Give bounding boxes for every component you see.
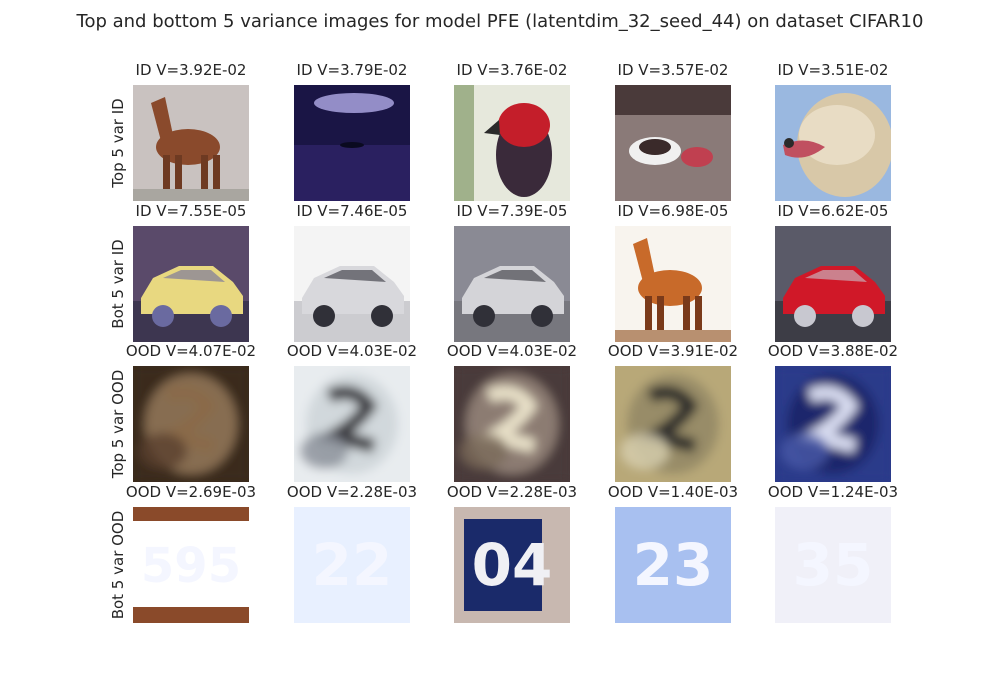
thumbnail-graphic: [615, 366, 731, 482]
image-thumbnail: 22: [294, 507, 410, 623]
thumbnail-graphic: [454, 85, 570, 201]
image-thumbnail: [454, 366, 570, 482]
image-thumbnail: [454, 85, 570, 201]
row-label: Bot 5 var ID: [109, 239, 127, 329]
thumbnail-graphic: [454, 226, 570, 342]
thumbnail-graphic: [133, 366, 249, 482]
image-thumbnail: 595: [133, 507, 249, 623]
image-variance-label: OOD V=3.88E-02: [767, 342, 899, 360]
image-thumbnail: 04: [454, 507, 570, 623]
image-thumbnail: 35: [775, 507, 891, 623]
thumbnail-graphic: 22: [294, 507, 410, 623]
thumbnail-digits: 23: [633, 531, 714, 599]
image-variance-label: ID V=3.51E-02: [777, 61, 889, 79]
thumbnail-graphic: [775, 85, 891, 201]
thumbnail-digits: 22: [312, 531, 393, 599]
thumbnail-graphic: [133, 85, 249, 201]
image-thumbnail: [294, 85, 410, 201]
image-thumbnail: [615, 366, 731, 482]
image-thumbnail: [133, 366, 249, 482]
thumbnail-graphic: 595: [133, 507, 249, 623]
image-variance-label: ID V=6.62E-05: [777, 202, 889, 220]
image-thumbnail: [133, 85, 249, 201]
image-thumbnail: [775, 226, 891, 342]
row-label: Top 5 var OOD: [109, 369, 127, 479]
thumbnail-graphic: [294, 85, 410, 201]
thumbnail-digits: 04: [472, 531, 553, 599]
thumbnail-graphic: [775, 226, 891, 342]
thumbnail-graphic: 23: [615, 507, 731, 623]
thumbnail-digits: 595: [141, 538, 241, 594]
image-thumbnail: [775, 366, 891, 482]
thumbnail-graphic: [294, 226, 410, 342]
figure-title: Top and bottom 5 variance images for mod…: [76, 11, 924, 32]
image-thumbnail: [294, 226, 410, 342]
thumbnail-graphic: [615, 226, 731, 342]
thumbnail-graphic: [615, 85, 731, 201]
image-thumbnail: [775, 85, 891, 201]
image-thumbnail: [454, 226, 570, 342]
image-thumbnail: [615, 85, 731, 201]
image-thumbnail: 23: [615, 507, 731, 623]
image-variance-label: OOD V=1.24E-03: [767, 483, 899, 501]
thumbnail-graphic: 35: [775, 507, 891, 623]
image-thumbnail: [294, 366, 410, 482]
row-label: Top 5 var ID: [109, 98, 127, 188]
row-label: Bot 5 var OOD: [109, 510, 127, 620]
thumbnail-graphic: [294, 366, 410, 482]
image-thumbnail: [133, 226, 249, 342]
image-thumbnail: [615, 226, 731, 342]
thumbnail-graphic: [775, 366, 891, 482]
thumbnail-graphic: [133, 226, 249, 342]
thumbnail-digits: 35: [793, 531, 874, 599]
thumbnail-graphic: [454, 366, 570, 482]
thumbnail-graphic: 04: [454, 507, 570, 623]
